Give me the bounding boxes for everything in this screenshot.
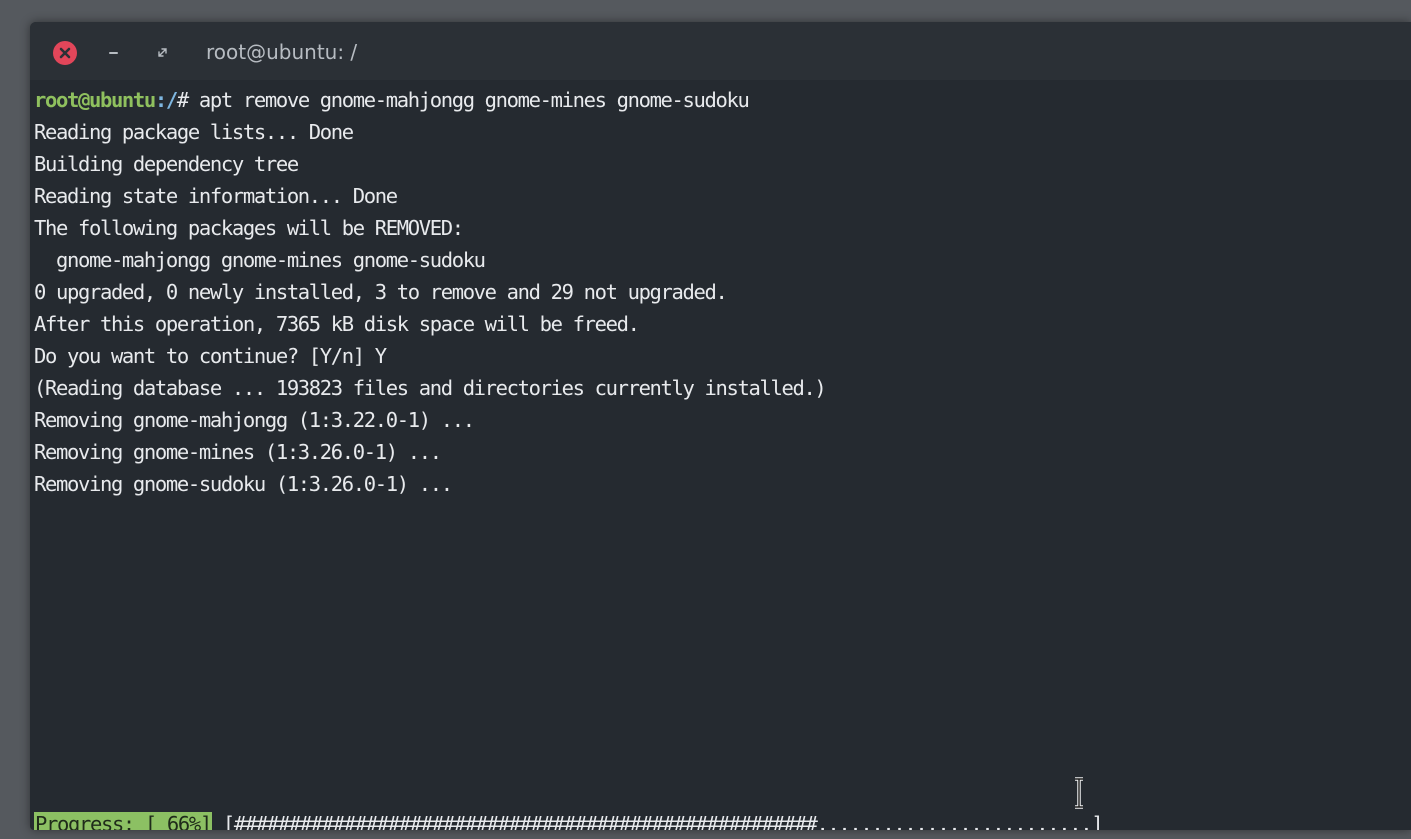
window-title: root@ubuntu: /: [206, 40, 358, 64]
progress-line: Progress: [ 66%] [######################…: [34, 808, 1104, 830]
text-cursor-icon: [1075, 777, 1083, 809]
output-line: The following packages will be REMOVED:: [34, 216, 464, 240]
prompt-symbol: #: [176, 88, 199, 112]
title-bar[interactable]: root@ubuntu: /: [30, 22, 1411, 80]
maximize-button[interactable]: [153, 41, 173, 65]
close-icon: [59, 47, 71, 59]
output-line: Do you want to continue? [Y/n] Y: [34, 344, 387, 368]
terminal-window[interactable]: root@ubuntu: / root@ubuntu:/# apt remove…: [30, 22, 1411, 830]
output-line: Reading package lists... Done: [34, 120, 354, 144]
output-line: (Reading database ... 193823 files and d…: [34, 376, 827, 400]
close-button[interactable]: [53, 41, 77, 65]
output-line: 0 upgraded, 0 newly installed, 3 to remo…: [34, 280, 728, 304]
terminal-output[interactable]: root@ubuntu:/# apt remove gnome-mahjongg…: [34, 84, 1406, 830]
output-line: Removing gnome-mines (1:3.26.0-1) ...: [34, 440, 442, 464]
command-line: root@ubuntu:/# apt remove gnome-mahjongg…: [34, 84, 750, 116]
output-line: Building dependency tree: [34, 152, 299, 176]
command-text: apt remove gnome-mahjongg gnome-mines gn…: [198, 88, 750, 112]
output-line: Removing gnome-sudoku (1:3.26.0-1) ...: [34, 472, 453, 496]
output-line: After this operation, 7365 kB disk space…: [34, 312, 640, 336]
minimize-button[interactable]: [105, 41, 125, 65]
progress-bar: [#######################################…: [211, 812, 1104, 830]
output-line: Reading state information... Done: [34, 184, 398, 208]
prompt-user-host: root@ubuntu: [34, 88, 156, 112]
prompt-path: :/: [154, 88, 178, 112]
progress-label: Progress: [ 66%]: [34, 812, 212, 830]
output-line: Removing gnome-mahjongg (1:3.22.0-1) ...: [34, 408, 475, 432]
maximize-icon: [158, 48, 167, 57]
minimize-icon: [109, 52, 118, 54]
desktop-background: root@ubuntu: / root@ubuntu:/# apt remove…: [0, 0, 1411, 839]
output-line: gnome-mahjongg gnome-mines gnome-sudoku: [34, 248, 486, 272]
